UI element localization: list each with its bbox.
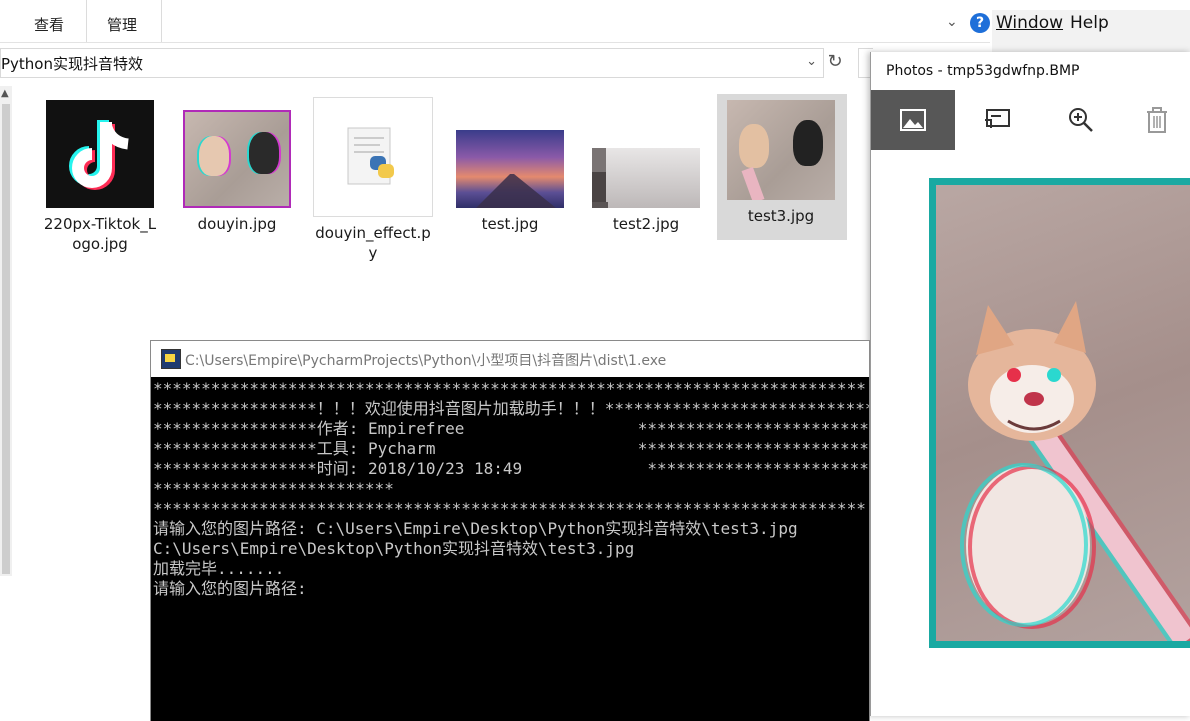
address-path: Python实现抖音特效 — [1, 55, 143, 73]
console-output[interactable]: ****************************************… — [151, 377, 869, 721]
pier-shape — [476, 174, 556, 208]
slideshow-icon — [985, 109, 1010, 128]
dogs-thumbnail — [727, 100, 835, 200]
console-window: C:\Users\Empire\PycharmProjects\Python\小… — [150, 340, 870, 721]
python-file-icon — [347, 127, 394, 185]
ribbon-collapse-chevron-icon[interactable]: ⌄ — [946, 14, 958, 30]
console-line: *****************！！！欢迎使用抖音图片加载助手！！！*****… — [153, 399, 869, 418]
address-dropdown-chevron-icon[interactable]: ⌄ — [806, 54, 817, 69]
file-name-wrap: ogo.jpg — [72, 235, 128, 253]
console-titlebar[interactable]: C:\Users\Empire\PycharmProjects\Python\小… — [151, 341, 869, 377]
file-name: test.jpg — [481, 215, 539, 233]
file-item-selected[interactable]: test3.jpg — [717, 94, 847, 240]
photo-canvas — [929, 178, 1190, 648]
console-title: C:\Users\Empire\PycharmProjects\Python\小… — [185, 353, 667, 369]
zoom-button[interactable] — [1039, 90, 1123, 150]
ide-toolbar — [992, 40, 1190, 52]
sunset-pier-thumbnail — [456, 130, 564, 208]
tab-view[interactable]: 查看 — [34, 14, 64, 35]
scroll-up-arrow-icon[interactable]: ▲ — [1, 88, 9, 99]
file-name: test2.jpg — [612, 215, 680, 233]
view-image-button[interactable] — [871, 90, 955, 150]
file-name: douyin.jpg — [197, 215, 277, 233]
file-name: 220px-Tiktok_L — [43, 215, 157, 233]
file-name-wrap: y — [368, 244, 378, 262]
console-line: 请输入您的图片路径: C:\Users\Empire\Desktop\Pytho… — [153, 519, 798, 538]
tab-manage[interactable]: 管理 — [107, 14, 137, 35]
console-line: *****************时间: 2018/10/23 18:49 **… — [153, 459, 869, 478]
file-name: test3.jpg — [747, 207, 815, 225]
menu-window[interactable]: Window — [996, 13, 1063, 33]
dogs-glitch-thumbnail — [183, 110, 291, 208]
menu-help[interactable]: Help — [1070, 13, 1109, 33]
file-item[interactable]: test.jpg — [450, 130, 570, 234]
image-icon — [900, 109, 926, 131]
tiktok-note-icon — [69, 120, 129, 190]
console-line: *****************工具: Pycharm ***********… — [153, 439, 869, 458]
slideshow-button[interactable] — [955, 90, 1039, 150]
python-file-thumbnail — [313, 97, 433, 217]
help-icon[interactable]: ? — [970, 13, 990, 33]
nav-pane-scrollbar[interactable]: ▲ — [0, 86, 12, 576]
file-item[interactable]: douyin.jpg — [177, 110, 297, 234]
shiba-image — [960, 301, 1190, 641]
file-item[interactable]: douyin_effect.p y — [313, 97, 433, 263]
console-line: 加载完毕....... — [153, 559, 285, 578]
console-line: *****************作者: Empirefree ********… — [153, 419, 869, 438]
ribbon: 查看 管理 ⌄ ? — [0, 0, 990, 43]
file-item[interactable]: 220px-Tiktok_L ogo.jpg — [40, 100, 160, 254]
address-bar[interactable]: Python实现抖音特效 ⌄ — [0, 48, 824, 78]
file-item[interactable]: test2.jpg — [586, 148, 706, 234]
shiba-glitch-photo — [936, 185, 1190, 641]
tiktok-logo-thumbnail — [46, 100, 154, 208]
huskies-thumbnail — [592, 148, 700, 208]
trash-icon — [1147, 107, 1167, 133]
photos-toolbar — [871, 90, 1190, 152]
console-line: ****************************************… — [153, 499, 866, 518]
console-line: ****************************************… — [153, 379, 866, 398]
photos-window: Photos - tmp53gdwfnp.BMP — [870, 52, 1190, 716]
file-name: douyin_effect.p — [315, 224, 431, 242]
console-line: ************************* — [153, 479, 394, 498]
console-line: C:\Users\Empire\Desktop\Python实现抖音特效\tes… — [153, 539, 635, 558]
ide-menu-bar: Window Help — [992, 10, 1190, 40]
console-prompt-line: 请输入您的图片路径: — [153, 579, 307, 598]
refresh-icon[interactable]: ↻ — [824, 48, 846, 76]
console-app-icon — [161, 349, 181, 369]
zoom-in-icon — [1069, 108, 1093, 132]
scrollbar-thumb[interactable] — [2, 104, 10, 574]
photos-title: Photos - tmp53gdwfnp.BMP — [886, 63, 1080, 79]
delete-button[interactable] — [1115, 90, 1190, 150]
